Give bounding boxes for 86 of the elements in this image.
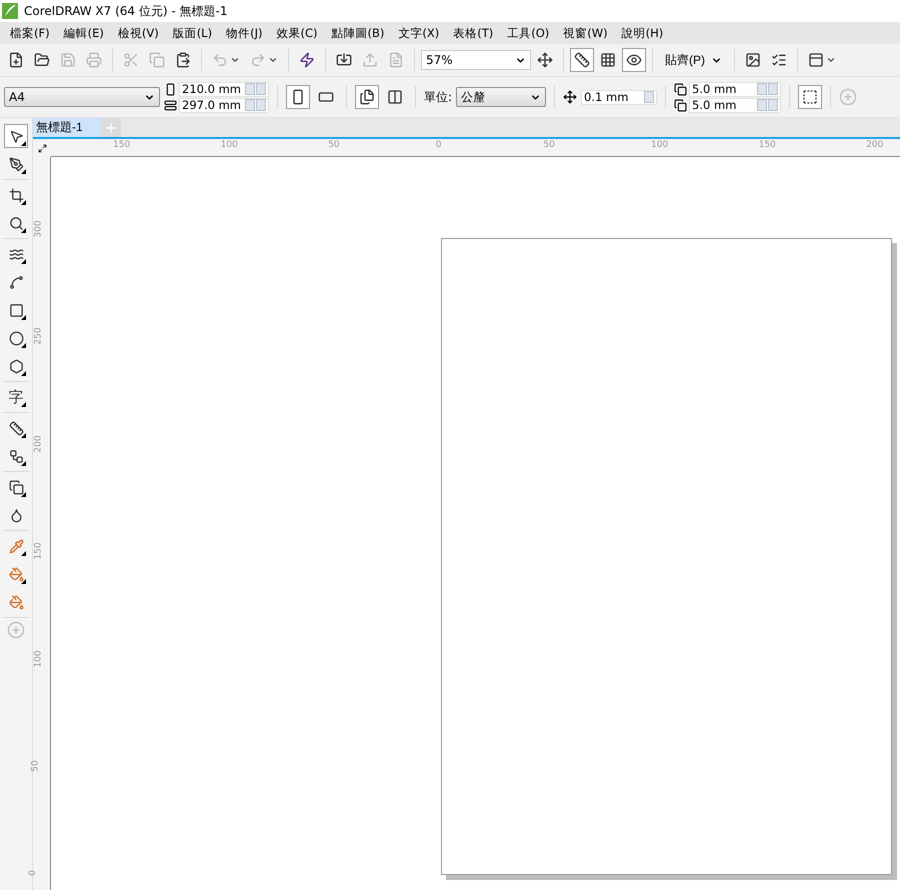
- pdf-icon: [388, 52, 404, 68]
- crop-icon: [8, 188, 24, 202]
- checklist-icon: [771, 52, 787, 68]
- menu-item[interactable]: 效果(C): [270, 26, 326, 40]
- ruler-label: 150: [34, 542, 44, 560]
- duplicate-x-icon: [674, 82, 688, 96]
- paste-icon: [175, 52, 191, 68]
- tool-button[interactable]: 字: [4, 385, 28, 409]
- menu-item[interactable]: 表格(T): [447, 26, 502, 40]
- menu-item[interactable]: 點陣圖(B): [325, 26, 392, 40]
- ruler-label: 100: [220, 140, 238, 150]
- ruler-label: 100: [34, 650, 44, 668]
- duplicate-y-field[interactable]: 5.0 mm: [689, 98, 782, 112]
- ruler-label: 50: [328, 140, 340, 150]
- droplet-icon: [8, 508, 24, 522]
- tool-button[interactable]: [4, 124, 28, 148]
- page-scope-button[interactable]: [355, 85, 379, 109]
- menu-item[interactable]: 文字(X): [392, 26, 448, 40]
- grid-icon: [600, 52, 616, 68]
- redo-icon: [250, 52, 266, 68]
- duplicate-x-field[interactable]: 5.0 mm: [689, 82, 782, 96]
- pen-icon: [8, 156, 24, 172]
- freehand-icon: [8, 246, 24, 262]
- nudge-field[interactable]: 0.1 mm: [581, 90, 658, 104]
- document-tab[interactable]: 無標題-1: [33, 118, 101, 137]
- pages-icon: [359, 89, 375, 105]
- pointer-icon: [8, 128, 24, 144]
- eyedropper-icon: [8, 538, 24, 554]
- width-field[interactable]: 210.0 mm: [179, 82, 269, 96]
- units-combo[interactable]: 公釐: [456, 87, 546, 107]
- ruler-label: 300: [34, 220, 44, 238]
- cut-icon: [123, 52, 139, 68]
- menu-item[interactable]: 說明(H): [616, 26, 672, 40]
- window-icon: [808, 52, 824, 68]
- height-field[interactable]: 297.0 mm: [179, 98, 269, 112]
- menu-item[interactable]: 檢視(V): [112, 26, 167, 40]
- ruler-label: 0: [436, 140, 442, 150]
- rectangle-icon: [8, 302, 24, 318]
- ruler-label: 150: [113, 140, 130, 150]
- connector-icon: [8, 448, 24, 464]
- folder-icon: [34, 52, 50, 68]
- ruler-icon: [574, 52, 590, 68]
- eye-icon: [626, 52, 642, 68]
- duplicate-y-icon: [674, 98, 688, 112]
- toolbar-button[interactable]: [622, 48, 646, 72]
- select-box-icon: [802, 89, 818, 105]
- zoom-combo[interactable]: 57%: [421, 50, 531, 70]
- zoom-icon: [8, 216, 24, 230]
- new-file-icon: [8, 52, 24, 68]
- orientation-button[interactable]: [286, 85, 310, 109]
- ellipse-icon: [8, 330, 24, 346]
- toolbar-button[interactable]: [798, 85, 822, 109]
- ruler-label: 150: [758, 140, 776, 150]
- menu-item[interactable]: 物件(J): [220, 26, 270, 40]
- menu-item[interactable]: 視窗(W): [557, 26, 616, 40]
- toolbar-button[interactable]: [570, 48, 594, 72]
- menu-item[interactable]: 編輯(E): [58, 26, 112, 40]
- page-size-combo[interactable]: A4: [4, 87, 160, 107]
- undo-icon: [212, 52, 228, 68]
- page-icon: [387, 89, 403, 105]
- lightning-icon: [299, 52, 315, 68]
- curve-icon: [8, 274, 24, 290]
- paint-bucket-icon: [8, 594, 24, 610]
- save-icon: [60, 52, 76, 68]
- ruler-label: 200: [866, 140, 884, 150]
- snap-menu-button[interactable]: 貼齊(P): [659, 48, 728, 72]
- image-icon: [745, 52, 761, 68]
- menu-item[interactable]: 檔案(F): [4, 26, 58, 40]
- ruler-label: 50: [543, 140, 555, 150]
- units-label: 單位:: [424, 88, 452, 106]
- ruler-label: 100: [651, 140, 668, 150]
- ruler-label: 50: [30, 760, 41, 772]
- menu-item[interactable]: 工具(O): [501, 26, 558, 40]
- hexagon-icon: [8, 358, 24, 374]
- copy-icon: [149, 52, 165, 68]
- print-icon: [86, 52, 102, 68]
- ruler-label: 250: [34, 328, 44, 345]
- ruler-label: 200: [34, 435, 44, 452]
- paint-bucket-icon: [8, 566, 24, 582]
- ruler-label: 0: [28, 870, 38, 876]
- ruler-icon: [8, 420, 24, 436]
- menu-item[interactable]: 版面(L): [166, 26, 220, 40]
- window-title: CorelDRAW X7 (64 位元) - 無標題-1: [24, 2, 228, 20]
- import-icon: [336, 52, 352, 68]
- width-icon: [164, 82, 177, 96]
- export-icon: [362, 52, 378, 68]
